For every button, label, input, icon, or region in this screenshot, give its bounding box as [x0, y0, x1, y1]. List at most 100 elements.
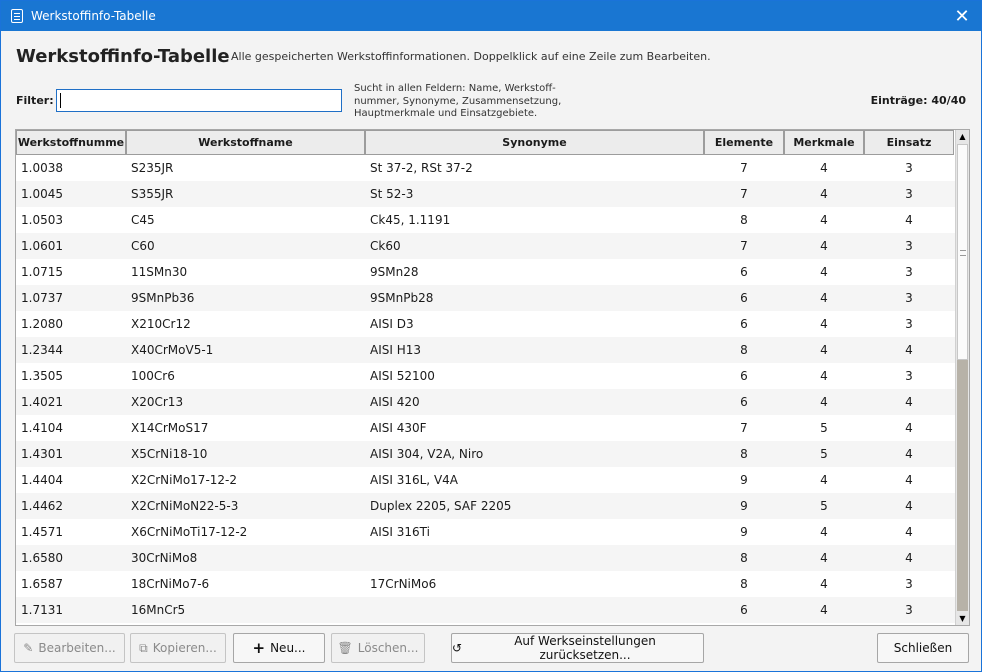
cell-werkstoffnummer: 1.4301	[21, 447, 63, 461]
table-row[interactable]: 1.4301 X5CrNi18-10 AISI 304, V2A, Niro 8 5 4	[16, 441, 956, 467]
cell-werkstoffname: 9SMnPb36	[131, 291, 195, 305]
table-row[interactable]: 1.0715 11SMn30 9SMn28 6 4 3	[16, 259, 956, 285]
filter-hint: Sucht in allen Feldern: Name, Werkstoff-…	[354, 83, 562, 119]
scroll-down-arrow-icon[interactable]: ▼	[956, 612, 969, 625]
table-row[interactable]: 1.0045 S355JR St 52-3 7 4 3	[16, 181, 956, 207]
cell-synonyme: AISI 420	[370, 395, 420, 409]
table-row[interactable]: 1.2080 X210Cr12 AISI D3 6 4 3	[16, 311, 956, 337]
cell-elemente: 6	[740, 265, 748, 279]
cell-merkmale: 4	[820, 525, 828, 539]
window-title: Werkstoffinfo-Tabelle	[31, 9, 156, 23]
table-header: Werkstoffnumme Werkstoffname Synonyme El…	[16, 130, 954, 155]
cell-werkstoffname: X2CrNiMoN22-5-3	[131, 499, 239, 513]
cell-werkstoffnummer: 1.4104	[21, 421, 63, 435]
cell-synonyme: 9SMnPb28	[370, 291, 434, 305]
close-icon[interactable]: ✕	[949, 4, 975, 28]
table-row[interactable]: 1.2344 X40CrMoV5-1 AISI H13 8 4 4	[16, 337, 956, 363]
cell-werkstoffname: X2CrNiMo17-12-2	[131, 473, 238, 487]
delete-button-label: Löschen...	[357, 641, 419, 655]
table-row[interactable]: 1.4462 X2CrNiMoN22-5-3 Duplex 2205, SAF 22…	[16, 493, 956, 519]
close-button-label: Schließen	[893, 641, 953, 655]
delete-button[interactable]: 🗑 Löschen...	[331, 633, 425, 663]
title-bar[interactable]: Werkstoffinfo-Tabelle ✕	[1, 1, 981, 31]
vertical-scrollbar[interactable]: ▲ ▼	[955, 130, 969, 625]
materials-table: Werkstoffnumme Werkstoffname Synonyme El…	[15, 129, 970, 626]
cell-werkstoffnummer: 1.0715	[21, 265, 63, 279]
column-header-werkstoffnummer[interactable]: Werkstoffnumme	[16, 130, 126, 155]
column-header-merkmale[interactable]: Merkmale	[784, 130, 864, 155]
cell-merkmale: 4	[820, 369, 828, 383]
cell-werkstoffnummer: 1.4404	[21, 473, 63, 487]
cell-einsatz: 3	[905, 577, 913, 591]
table-row[interactable]: 1.0737 9SMnPb36 9SMnPb28 6 4 3	[16, 285, 956, 311]
table-row[interactable]: 1.6580 30CrNiMo8 8 4 4	[16, 545, 956, 571]
table-row[interactable]: 1.6587 18CrNiMo7-6 17CrNiMo6 8 4 3	[16, 571, 956, 597]
cell-elemente: 7	[740, 161, 748, 175]
cell-elemente: 8	[740, 343, 748, 357]
cell-elemente: 8	[740, 447, 748, 461]
cell-merkmale: 4	[820, 603, 828, 617]
new-button[interactable]: + Neu...	[233, 633, 325, 663]
cell-werkstoffname: 100Cr6	[131, 369, 175, 383]
cell-werkstoffname: X5CrNi18-10	[131, 447, 208, 461]
cell-werkstoffnummer: 1.4571	[21, 525, 63, 539]
table-row[interactable]: 1.0038 S235JR St 37-2, RSt 37-2 7 4 3	[16, 155, 956, 181]
scroll-up-arrow-icon[interactable]: ▲	[956, 130, 969, 143]
cell-synonyme: St 37-2, RSt 37-2	[370, 161, 473, 175]
copy-icon: ⧉	[139, 641, 148, 655]
cell-elemente: 6	[740, 603, 748, 617]
cell-werkstoffnummer: 1.2080	[21, 317, 63, 331]
table-row[interactable]: 1.4571 X6CrNiMoTi17-12-2 AISI 316Ti 9 4 4	[16, 519, 956, 545]
cell-elemente: 6	[740, 291, 748, 305]
reset-button[interactable]: ↺ Auf Werkseinstellungen zurücksetzen...	[451, 633, 704, 663]
cell-synonyme: Duplex 2205, SAF 2205	[370, 499, 512, 513]
cell-werkstoffnummer: 1.4462	[21, 499, 63, 513]
cell-werkstoffname: X6CrNiMoTi17-12-2	[131, 525, 248, 539]
cell-merkmale: 4	[820, 317, 828, 331]
filter-input[interactable]	[56, 89, 342, 112]
table-row[interactable]: 1.4404 X2CrNiMo17-12-2 AISI 316L, V4A 9 4 4	[16, 467, 956, 493]
cell-merkmale: 4	[820, 395, 828, 409]
copy-button[interactable]: ⧉ Kopieren...	[130, 633, 226, 663]
table-row[interactable]: 1.4104 X14CrMoS17 AISI 430F 7 5 4	[16, 415, 956, 441]
scrollbar-thumb[interactable]	[957, 144, 968, 360]
table-row[interactable]: 1.7131 16MnCr5 6 4 3	[16, 597, 956, 623]
table-row[interactable]: 1.0601 C60 Ck60 7 4 3	[16, 233, 956, 259]
column-header-elemente[interactable]: Elemente	[704, 130, 784, 155]
page-subtitle: Alle gespeicherten Werkstoffinformatione…	[231, 50, 711, 63]
table-row[interactable]: 1.4021 X20Cr13 AISI 420 6 4 4	[16, 389, 956, 415]
table-row[interactable]: 1.3505 100Cr6 AISI 52100 6 4 3	[16, 363, 956, 389]
cell-merkmale: 4	[820, 343, 828, 357]
column-header-einsatz[interactable]: Einsatz	[864, 130, 954, 155]
cell-einsatz: 3	[905, 317, 913, 331]
cell-werkstoffname: 11SMn30	[131, 265, 188, 279]
edit-button[interactable]: ✎ Bearbeiten...	[14, 633, 125, 663]
cell-elemente: 7	[740, 239, 748, 253]
close-button[interactable]: Schließen	[877, 633, 969, 663]
cell-einsatz: 4	[905, 343, 913, 357]
column-header-synonyme[interactable]: Synonyme	[365, 130, 704, 155]
cell-merkmale: 4	[820, 187, 828, 201]
scrollbar-track[interactable]	[957, 360, 968, 611]
cell-einsatz: 3	[905, 239, 913, 253]
cell-einsatz: 4	[905, 525, 913, 539]
cell-werkstoffnummer: 1.0503	[21, 213, 63, 227]
cell-elemente: 9	[740, 525, 748, 539]
cell-synonyme	[365, 545, 704, 571]
cell-synonyme	[365, 597, 704, 623]
cell-werkstoffname: X14CrMoS17	[131, 421, 209, 435]
cell-merkmale: 4	[820, 213, 828, 227]
cell-elemente: 9	[740, 499, 748, 513]
cell-werkstoffnummer: 1.3505	[21, 369, 63, 383]
cell-synonyme: Ck45, 1.1191	[370, 213, 451, 227]
cell-synonyme: AISI D3	[370, 317, 414, 331]
cell-werkstoffname: C60	[131, 239, 155, 253]
cell-merkmale: 4	[820, 265, 828, 279]
cell-elemente: 8	[740, 551, 748, 565]
cell-merkmale: 4	[820, 473, 828, 487]
cell-merkmale: 4	[820, 161, 828, 175]
dialog-window: Werkstoffinfo-Tabelle ✕ Werkstoffinfo-Ta…	[0, 0, 982, 672]
cell-einsatz: 4	[905, 421, 913, 435]
column-header-werkstoffname[interactable]: Werkstoffname	[126, 130, 365, 155]
table-row[interactable]: 1.0503 C45 Ck45, 1.1191 8 4 4	[16, 207, 956, 233]
